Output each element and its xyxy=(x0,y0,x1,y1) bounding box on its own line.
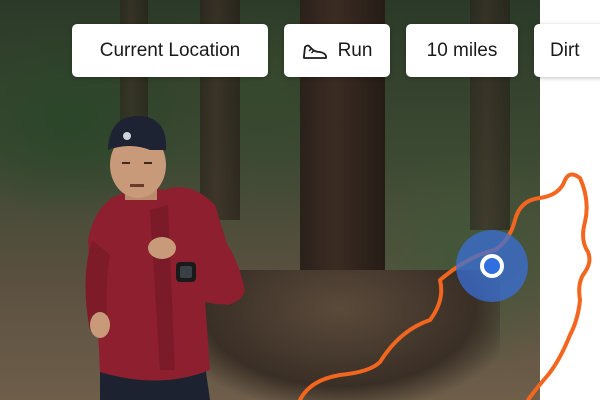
shoe-icon xyxy=(302,44,327,59)
activity-filter-label: Run xyxy=(337,39,373,61)
app-screen: Current Location Run 10 miles Dirt xyxy=(0,0,600,400)
location-filter-label: Current Location xyxy=(99,39,241,61)
surface-filter-label: Dirt xyxy=(550,39,580,61)
location-filter-chip[interactable]: Current Location xyxy=(72,24,268,77)
activity-filter-chip[interactable]: Run xyxy=(284,24,390,77)
distance-filter-label: 10 miles xyxy=(426,39,498,61)
distance-filter-chip[interactable]: 10 miles xyxy=(406,24,518,77)
surface-filter-chip[interactable]: Dirt xyxy=(534,24,600,77)
